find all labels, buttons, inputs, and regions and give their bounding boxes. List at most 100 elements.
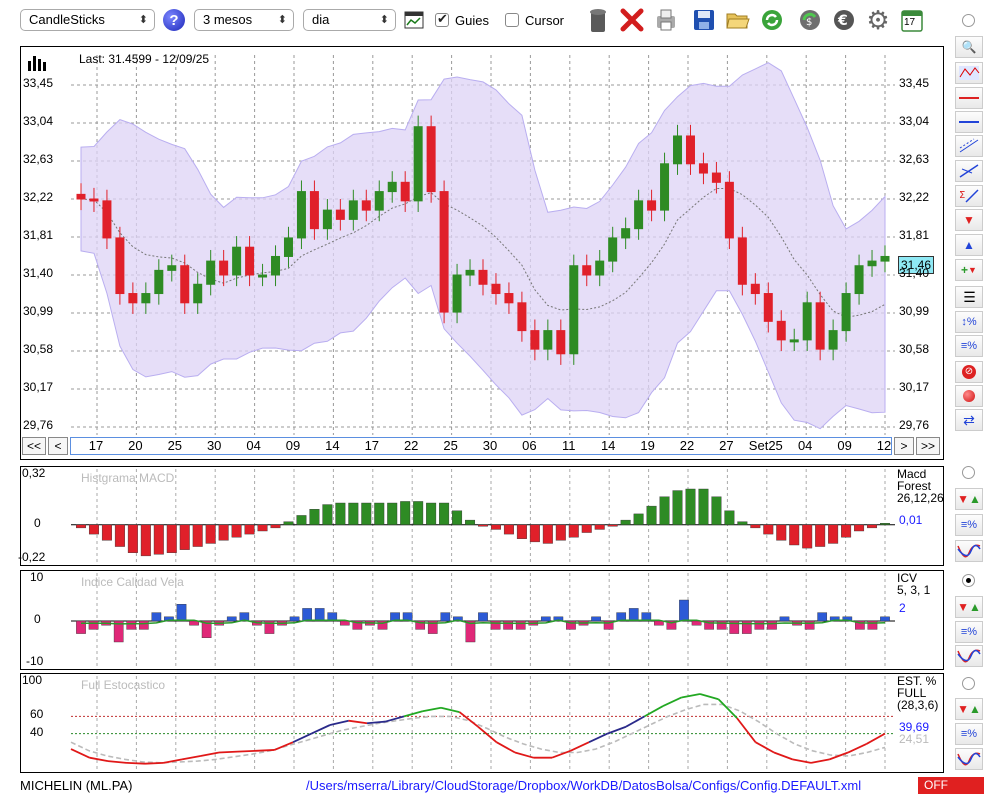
candle-body [660,163,670,211]
candle-body [348,200,358,220]
save-button[interactable] [690,4,718,36]
currency-button[interactable]: € [830,4,858,36]
help-icon: ? [163,9,185,31]
fibonacci-button[interactable] [955,62,983,84]
indicator-bar [591,616,601,622]
stoch-curve-button[interactable] [955,748,983,770]
stoch-signals-button[interactable]: ▼▲ [955,698,983,720]
zoom-button[interactable]: 🔍 [955,36,983,58]
candle-body [115,237,125,295]
sigma-trend-button[interactable]: Σ [955,185,983,207]
icv-signals-button[interactable]: ▼▲ [955,596,983,618]
candle-body [711,172,721,183]
stoch-panel: Full Estocastico [20,673,944,773]
price-panel-radio[interactable] [962,14,975,27]
interval-select[interactable]: dia ⬍ [303,9,396,31]
chart-settings-button[interactable] [400,4,428,36]
config-path-link[interactable]: /Users/mserra/Library/CloudStorage/Dropb… [306,778,861,793]
icv-percent-button[interactable]: ≡% [955,621,983,643]
nav-last-button[interactable]: >> [916,437,940,455]
stoch-k-segment [200,751,220,757]
arrow-up-button[interactable]: ▲ [955,234,983,256]
help-button[interactable]: ? [160,4,188,36]
stoch-percent-button[interactable]: ≡% [955,723,983,745]
off-indicator[interactable]: OFF [918,777,984,794]
settings-button[interactable]: ⚙ [864,4,892,36]
signals-icon: ▼▲ [957,702,981,716]
indicator-bar [763,524,774,535]
macd-curve-button[interactable] [955,540,983,562]
y-tick-label-right: 31,40 [899,266,930,280]
horizontal-red-line-button[interactable] [955,87,983,109]
signals-icon: ▼▲ [957,492,981,506]
macd-signals-button[interactable]: ▼▲ [955,488,983,510]
stop-icon: ⊘ [962,365,976,379]
grid-lines-button[interactable]: ☰ [955,286,983,308]
macd-percent-button[interactable]: ≡% [955,514,983,536]
red-line-icon [959,97,979,99]
candle-body [102,200,112,239]
indicator-bar [231,524,242,538]
indicator-bar [880,616,890,622]
indicator-bar [815,524,826,547]
candle-body [867,260,877,267]
indicator-bar [804,620,815,630]
trash-button[interactable] [584,4,612,36]
trendline-button[interactable] [955,160,983,182]
y-tick-label: -10 [26,654,44,668]
indicator-bar [685,488,696,525]
delete-button[interactable] [618,4,646,36]
horizontal-blue-line-button[interactable] [955,111,983,133]
y-tick-label: 0 [34,612,41,626]
guides-checkbox[interactable] [435,11,449,27]
icv-legend: ICV 5, 3, 1 2 [897,572,930,614]
indicator-bar [633,513,644,525]
stoch-panel-radio[interactable] [962,677,975,690]
stoch-k-segment [699,693,719,701]
print-icon [657,9,675,31]
indicator-bar [309,509,320,525]
nav-next-button[interactable]: > [894,437,914,455]
record-button[interactable] [955,385,983,407]
chart-type-select[interactable]: CandleSticks ⬍ [20,9,155,31]
candle-body [89,198,99,202]
cycle-button[interactable]: ⇄ [955,409,983,431]
refresh-button[interactable] [758,4,786,36]
indicator-bar [478,524,488,527]
x-tick-label: 25 [443,438,458,453]
indicator-bar [620,519,631,525]
y-tick-label: 40 [30,724,44,739]
y-tick-label: 30,17 [23,380,54,394]
nav-first-button[interactable]: << [22,437,46,455]
print-button[interactable] [652,4,680,36]
period-select[interactable]: 3 mesos ⬍ [194,9,294,31]
x-tick-label: 09 [837,438,852,453]
candle-body [426,126,436,193]
x-tick-label: 12 [876,438,892,453]
calendar-button[interactable]: 17 [898,4,926,36]
percent-range-button[interactable]: ↕% [955,311,983,333]
percent-lines-button[interactable]: ≡% [955,335,983,357]
chart-settings-icon [404,11,424,29]
sync-button[interactable]: $ [796,4,824,36]
x-tick-label: 20 [128,438,143,453]
stoch-k-segment [237,749,257,753]
macd-legend-line3: 26,12,26 [897,491,944,505]
indicator-bar [302,608,312,622]
channel-button[interactable] [955,135,983,157]
cursor-checkbox[interactable] [505,13,519,27]
nav-prev-button[interactable]: < [48,437,68,455]
arrow-down-button[interactable]: ▼ [955,209,983,231]
y-tick-label-right: 30,17 [899,380,930,394]
x-tick-label: 04 [246,438,261,453]
price-chart[interactable] [21,47,943,459]
svg-text:Σ: Σ [959,190,965,201]
stoch-k-segment [107,760,127,764]
macd-panel-radio[interactable] [962,466,975,479]
open-folder-button[interactable] [724,4,752,36]
icv-curve-button[interactable] [955,645,983,667]
icv-panel-radio[interactable] [962,574,975,587]
candle-body [776,320,786,341]
add-signal-button[interactable]: + ▼ [955,259,983,281]
stop-button[interactable]: ⊘ [955,361,983,383]
